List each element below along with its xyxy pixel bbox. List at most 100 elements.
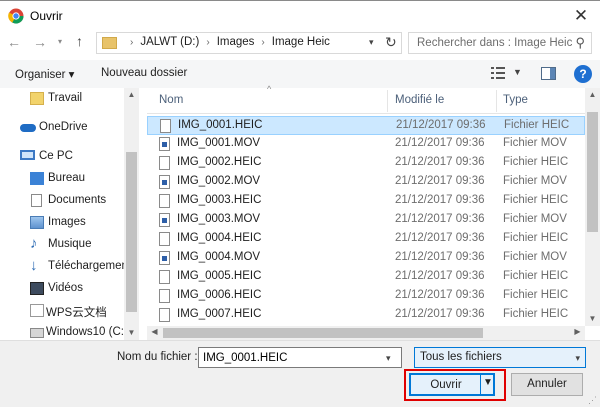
file-type: Fichier HEIC <box>503 232 569 244</box>
refresh-icon[interactable]: ↻ <box>385 34 397 51</box>
nav-scroll-thumb[interactable] <box>126 152 137 312</box>
file-date: 21/12/2017 09:36 <box>395 213 485 225</box>
scroll-up-icon[interactable]: ▲ <box>585 90 600 99</box>
breadcrumb-separator: › <box>206 37 210 48</box>
wps-cloud-icon <box>30 304 44 317</box>
back-arrow-icon[interactable]: ← <box>7 34 21 50</box>
new-folder-button[interactable]: Nouveau dossier <box>101 67 187 79</box>
music-icon: ♪ <box>30 235 38 252</box>
breadcrumb-separator: › <box>130 37 134 48</box>
scroll-down-icon[interactable]: ▼ <box>585 314 600 323</box>
file-type: Fichier HEIC <box>503 270 569 282</box>
file-date: 21/12/2017 09:36 <box>395 289 485 301</box>
mov-file-icon <box>159 137 170 151</box>
preview-pane-icon[interactable] <box>541 67 556 80</box>
filename-input[interactable] <box>198 347 402 368</box>
file-name: IMG_0006.HEIC <box>177 289 262 301</box>
file-date: 21/12/2017 09:36 <box>395 156 485 168</box>
list-header: ^ Nom Modifié le Type <box>147 84 585 114</box>
open-button-label: Ouvrir <box>430 379 462 391</box>
file-row[interactable]: IMG_0005.HEIC 21/12/2017 09:36 Fichier HEI… <box>147 268 585 287</box>
file-row[interactable]: IMG_0001.MOV 21/12/2017 09:36 Fichier MOV <box>147 135 585 154</box>
file-type: Fichier MOV <box>503 137 567 149</box>
search-box[interactable]: Rechercher dans : Image Heic ⚲ <box>408 32 592 54</box>
file-row[interactable]: IMG_0002.MOV 21/12/2017 09:36 Fichier MOV <box>147 173 585 192</box>
file-row[interactable]: IMG_0007.HEIC 21/12/2017 09:36 Fichier HEI… <box>147 306 585 325</box>
help-icon[interactable]: ? <box>574 65 592 83</box>
breadcrumb-item[interactable]: JALWT (D:) <box>140 36 199 48</box>
mov-file-icon <box>159 175 170 189</box>
file-name: IMG_0002.HEIC <box>177 156 262 168</box>
file-row[interactable]: IMG_0004.MOV 21/12/2017 09:36 Fichier MOV <box>147 249 585 268</box>
organize-menu-button[interactable]: Organiser ▾ <box>15 67 74 81</box>
view-chevron-icon[interactable]: ▼ <box>513 67 522 77</box>
heic-file-icon <box>159 156 170 170</box>
file-name: IMG_0004.MOV <box>177 251 261 263</box>
file-name: IMG_0004.HEIC <box>177 232 262 244</box>
mov-file-icon <box>159 213 170 227</box>
column-header-type[interactable]: Type <box>503 94 528 106</box>
search-icon[interactable]: ⚲ <box>575 35 585 51</box>
forward-arrow-icon[interactable]: → <box>33 34 47 50</box>
computer-icon <box>20 150 35 160</box>
heic-file-icon <box>159 194 170 208</box>
heic-file-icon <box>159 289 170 303</box>
file-row[interactable]: IMG_0003.MOV 21/12/2017 09:36 Fichier MOV <box>147 211 585 230</box>
list-hscroll-thumb[interactable] <box>163 328 483 338</box>
file-row[interactable]: IMG_0003.HEIC 21/12/2017 09:36 Fichier HEI… <box>147 192 585 211</box>
file-row[interactable]: IMG_0006.HEIC 21/12/2017 09:36 Fichier HEI… <box>147 287 585 306</box>
column-header-modified[interactable]: Modifié le <box>395 94 444 106</box>
breadcrumb-separator: › <box>261 37 265 48</box>
folder-icon <box>30 92 44 105</box>
scroll-up-icon[interactable]: ▲ <box>124 90 139 99</box>
split-divider <box>480 375 481 394</box>
file-date: 21/12/2017 09:36 <box>395 308 485 320</box>
nav-item-label: Documents <box>48 194 107 206</box>
view-options-icon[interactable] <box>491 67 505 79</box>
documents-icon <box>31 194 42 207</box>
file-row[interactable]: IMG_0004.HEIC 21/12/2017 09:36 Fichier HEI… <box>147 230 585 249</box>
resize-grip-icon[interactable]: ⋰ <box>588 395 597 406</box>
address-dropdown-icon[interactable]: ▾ <box>369 37 374 48</box>
nav-item-label: Travail <box>48 92 83 104</box>
open-button[interactable]: Ouvrir ▼ <box>409 373 495 396</box>
drive-icon <box>30 328 44 338</box>
file-type-select[interactable]: Tous les fichiers ▾ <box>414 347 586 368</box>
heic-file-icon <box>159 270 170 284</box>
file-type: Fichier HEIC <box>503 308 569 320</box>
file-date: 21/12/2017 09:36 <box>395 232 485 244</box>
pictures-icon <box>30 216 44 229</box>
heic-file-icon <box>159 232 170 246</box>
file-type: Fichier HEIC <box>504 119 570 131</box>
file-name: IMG_0003.MOV <box>177 213 261 225</box>
file-type: Fichier MOV <box>503 251 567 263</box>
nav-item-label: WPS云文档 <box>46 307 107 319</box>
scroll-right-icon[interactable]: ▶ <box>570 327 585 336</box>
cancel-button[interactable]: Annuler <box>511 373 583 396</box>
address-bar[interactable]: › JALWT (D:) › Images › Image Heic ▾ ↻ <box>96 32 402 54</box>
file-row[interactable]: IMG_0001.HEIC 21/12/2017 09:36 Fichier HEI… <box>147 116 585 135</box>
scroll-left-icon[interactable]: ◀ <box>147 327 162 336</box>
file-type: Fichier HEIC <box>503 194 569 206</box>
nav-scrollbar[interactable]: ▲ ▼ <box>124 88 139 340</box>
column-divider[interactable] <box>496 90 497 112</box>
file-type: Fichier MOV <box>503 175 567 187</box>
file-row[interactable]: IMG_0002.HEIC 21/12/2017 09:36 Fichier HEI… <box>147 154 585 173</box>
file-name: IMG_0002.MOV <box>177 175 261 187</box>
navigation-pane: Travail OneDrive Ce PC Bureau Documents … <box>0 88 139 340</box>
breadcrumb-item[interactable]: Image Heic <box>272 36 330 48</box>
column-divider[interactable] <box>387 90 388 112</box>
list-scroll-thumb[interactable] <box>587 112 598 232</box>
open-dropdown-icon[interactable]: ▼ <box>483 377 493 388</box>
scroll-down-icon[interactable]: ▼ <box>124 328 139 337</box>
file-name: IMG_0005.HEIC <box>177 270 262 282</box>
column-header-name[interactable]: Nom <box>159 94 183 106</box>
breadcrumb-item[interactable]: Images <box>217 36 255 48</box>
file-list: IMG_0001.HEIC 21/12/2017 09:36 Fichier HEI… <box>147 116 585 326</box>
recent-chevron-icon[interactable]: ▾ <box>58 37 62 46</box>
list-scrollbar[interactable]: ▲ ▼ <box>585 88 600 326</box>
up-arrow-icon[interactable]: ↑ <box>76 33 83 49</box>
list-horizontal-scrollbar[interactable]: ◀ ▶ <box>147 326 585 340</box>
filename-dropdown-icon[interactable]: ▾ <box>386 353 391 364</box>
close-icon[interactable]: ✕ <box>568 5 594 27</box>
